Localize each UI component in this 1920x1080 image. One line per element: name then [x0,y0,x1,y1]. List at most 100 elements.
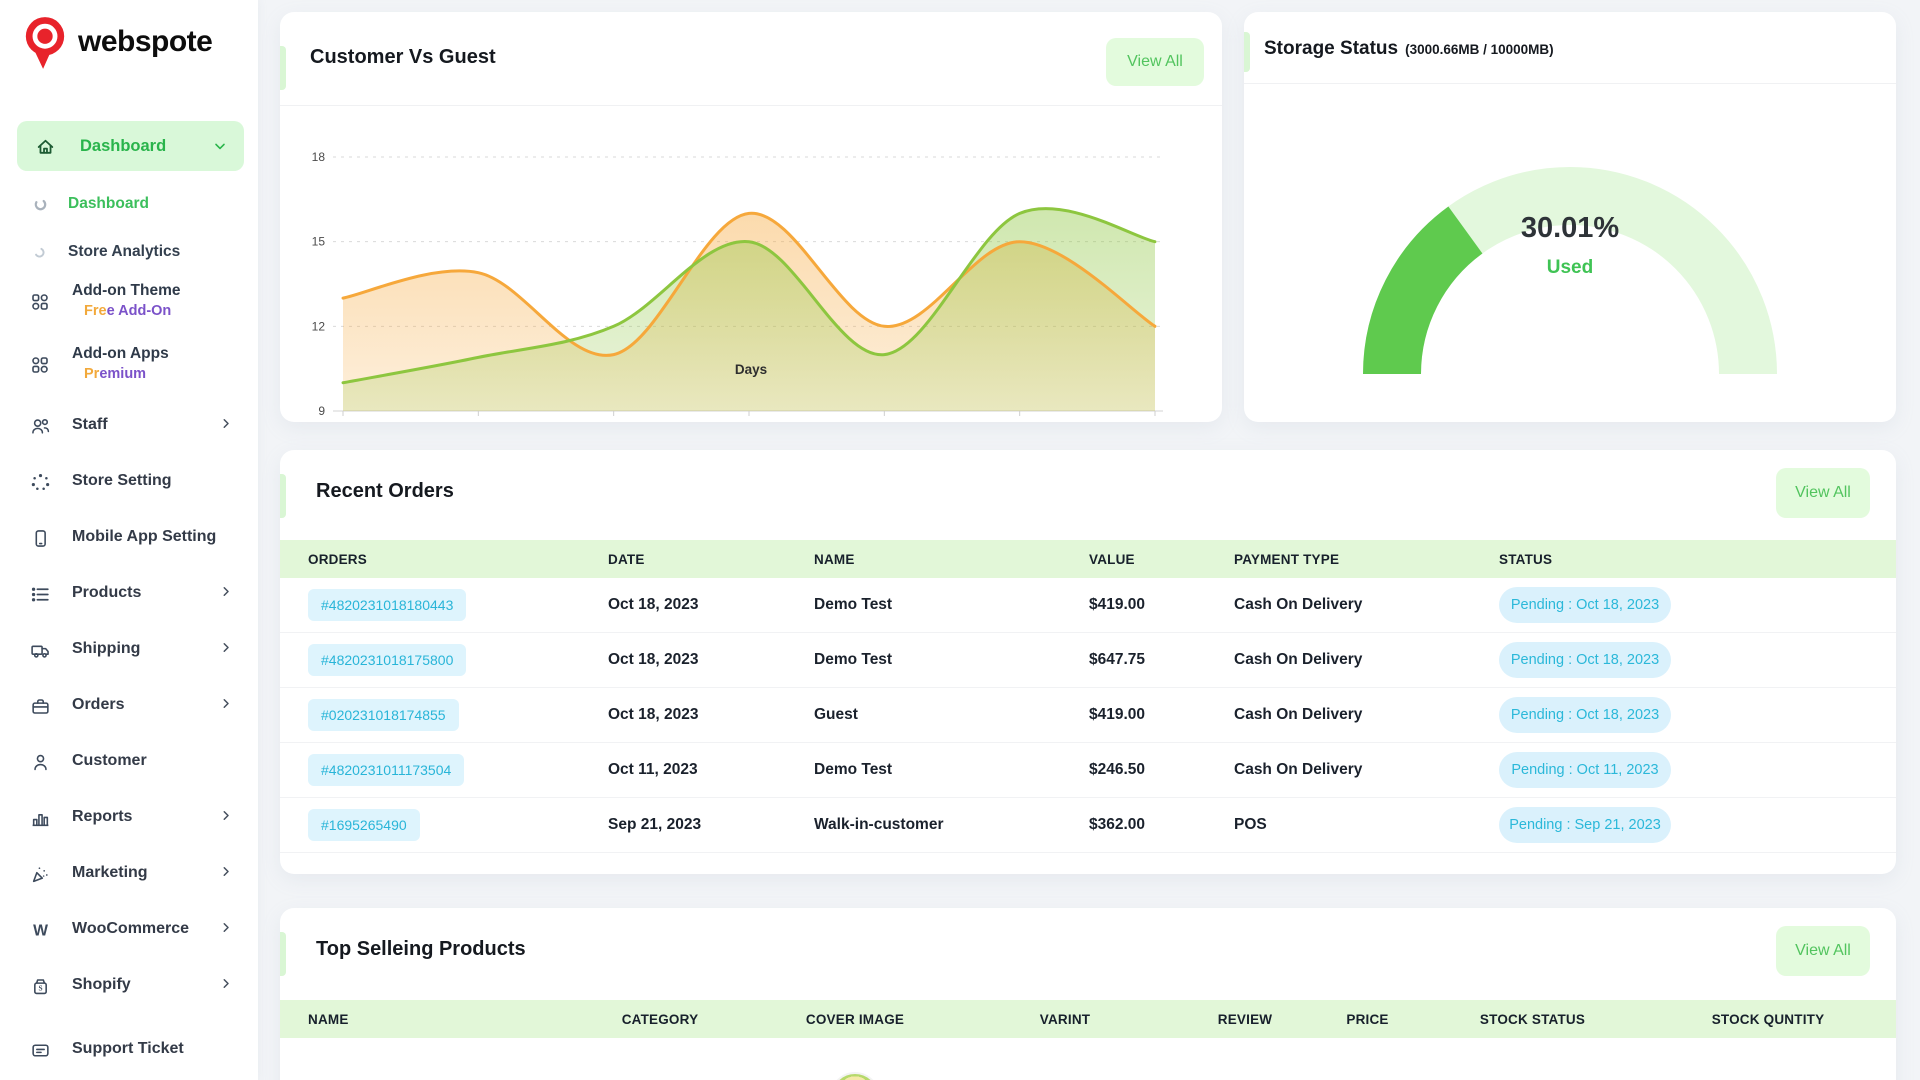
sidebar-group-dashboard[interactable]: Dashboard [17,121,244,171]
col-price: PRICE [1310,1012,1425,1027]
svg-text:12: 12 [312,319,326,333]
sidebar-item-woocommerce[interactable]: W WooCommerce [0,910,258,950]
order-payment: Cash On Delivery [1206,651,1471,669]
order-date: Sep 21, 2023 [580,816,786,834]
dashboard-page: webspote Dashboard Dashboard Store An [0,0,1920,1080]
orders-view-all-button[interactable]: View All [1776,468,1870,518]
sidebar-item-shipping[interactable]: Shipping [0,630,258,670]
storage-used-label: Used [1244,257,1896,279]
mobile-icon [30,528,51,549]
sidebar-item-staff[interactable]: Staff [0,406,258,446]
staff-icon [30,416,51,437]
sidebar-item-mobile-app-setting[interactable]: Mobile App Setting [0,518,258,558]
sidebar-item-store-setting[interactable]: Store Setting [0,462,258,502]
top-products-view-all-button[interactable]: View All [1776,926,1870,976]
storage-percent: 30.01% [1244,212,1896,245]
sidebar-item-dashboard[interactable]: Dashboard [0,186,258,222]
order-value: $419.00 [1061,596,1206,614]
card-accent-bar [1244,32,1250,72]
sidebar-item-label: Store Analytics [68,243,180,261]
storage-status-card: Storage Status (3000.66MB / 10000MB) 30.… [1244,12,1896,422]
sidebar-item-orders[interactable]: Orders [0,686,258,726]
top-products-title: Top Selleing Products [316,938,526,961]
sidebar-item-marketing[interactable]: Marketing [0,854,258,894]
shopify-bag-icon: S [30,976,51,997]
megaphone-icon [30,864,51,885]
logo-pin-icon [22,14,68,70]
order-date: Oct 18, 2023 [580,706,786,724]
col-name: NAME [280,1012,560,1027]
col-orders: ORDERS [280,552,580,567]
sidebar-group-label: Dashboard [80,137,212,156]
spinner-icon [33,246,46,259]
order-id-link[interactable]: #4820231018175800 [308,644,466,676]
top-selling-products-card: Top Selleing Products View All NAME CATE… [280,908,1896,1080]
card-accent-bar [280,474,286,518]
chevron-right-icon [219,920,234,935]
divider [1244,83,1896,84]
spinner-icon [33,197,48,212]
sidebar-item-support-ticket[interactable]: Support Ticket [0,1030,258,1070]
col-date: DATE [580,552,786,567]
sidebar-item-label: Dashboard [68,195,149,213]
sidebar-item-products[interactable]: Products [0,574,258,614]
order-payment: POS [1206,816,1471,834]
order-table-row: #020231018174855 Oct 18, 2023 Guest $419… [280,688,1896,743]
chevron-right-icon [219,584,234,599]
order-status-badge: Pending : Oct 18, 2023 [1499,697,1671,733]
order-table-row: #4820231018180443 Oct 18, 2023 Demo Test… [280,578,1896,633]
sidebar-item-shopify[interactable]: S Shopify [0,966,258,1006]
chart-x-axis-title: Days [280,362,1222,377]
store-setting-icon [30,472,51,493]
order-value: $419.00 [1061,706,1206,724]
card-accent-bar [280,932,286,976]
order-id-link[interactable]: #4820231018180443 [308,589,466,621]
order-id-link[interactable]: #020231018174855 [308,699,459,731]
order-id-link[interactable]: #4820231011173504 [308,754,464,786]
shipping-truck-icon [30,640,51,661]
order-id-link[interactable]: #1695265490 [308,809,420,841]
order-name: Demo Test [786,761,1061,779]
brand-logo[interactable]: webspote [22,14,212,70]
bar-chart-icon [30,808,51,829]
order-table-row: #4820231011173504 Oct 11, 2023 Demo Test… [280,743,1896,798]
addon-apps-badge: Premium [84,366,146,382]
order-name: Demo Test [786,651,1061,669]
chevron-right-icon [219,696,234,711]
col-cover-image: COVER IMAGE [760,1012,950,1027]
woocommerce-icon: W [30,920,51,941]
addon-theme-title: Add-on Theme [72,282,181,300]
sidebar-item-store-analytics[interactable]: Store Analytics [0,234,258,270]
chart-view-all-button[interactable]: View All [1106,38,1204,86]
col-stock-status: STOCK STATUS [1425,1012,1640,1027]
svg-text:S: S [38,984,42,993]
sidebar: webspote Dashboard Dashboard Store An [0,0,258,1080]
order-name: Guest [786,706,1061,724]
card-accent-bar [280,46,286,90]
svg-text:15: 15 [312,235,326,249]
storage-title: Storage Status [1264,38,1398,60]
recent-orders-card: Recent Orders View All ORDERS DATE NAME … [280,450,1896,874]
col-value: VALUE [1061,552,1206,567]
order-status-badge: Pending : Sep 21, 2023 [1499,807,1671,843]
order-status-badge: Pending : Oct 11, 2023 [1499,752,1671,788]
order-value: $362.00 [1061,816,1206,834]
home-icon [35,136,56,157]
order-status-badge: Pending : Oct 18, 2023 [1499,587,1671,623]
svg-text:W: W [33,923,48,940]
product-table-row [280,1038,1896,1080]
order-status-badge: Pending : Oct 18, 2023 [1499,642,1671,678]
col-review: REVIEW [1180,1012,1310,1027]
sidebar-item-reports[interactable]: Reports [0,798,258,838]
order-value: $647.75 [1061,651,1206,669]
col-status: STATUS [1471,552,1896,567]
order-name: Demo Test [786,596,1061,614]
col-payment-type: PAYMENT TYPE [1206,552,1471,567]
sidebar-item-customer[interactable]: Customer [0,742,258,782]
briefcase-icon [30,696,51,717]
col-name: NAME [786,552,1061,567]
customer-vs-guest-card: Customer Vs Guest View All 912151826-Oct… [280,12,1222,422]
col-stock-quntity: STOCK QUNTITY [1640,1012,1896,1027]
svg-text:18: 18 [312,150,326,164]
order-value: $246.50 [1061,761,1206,779]
